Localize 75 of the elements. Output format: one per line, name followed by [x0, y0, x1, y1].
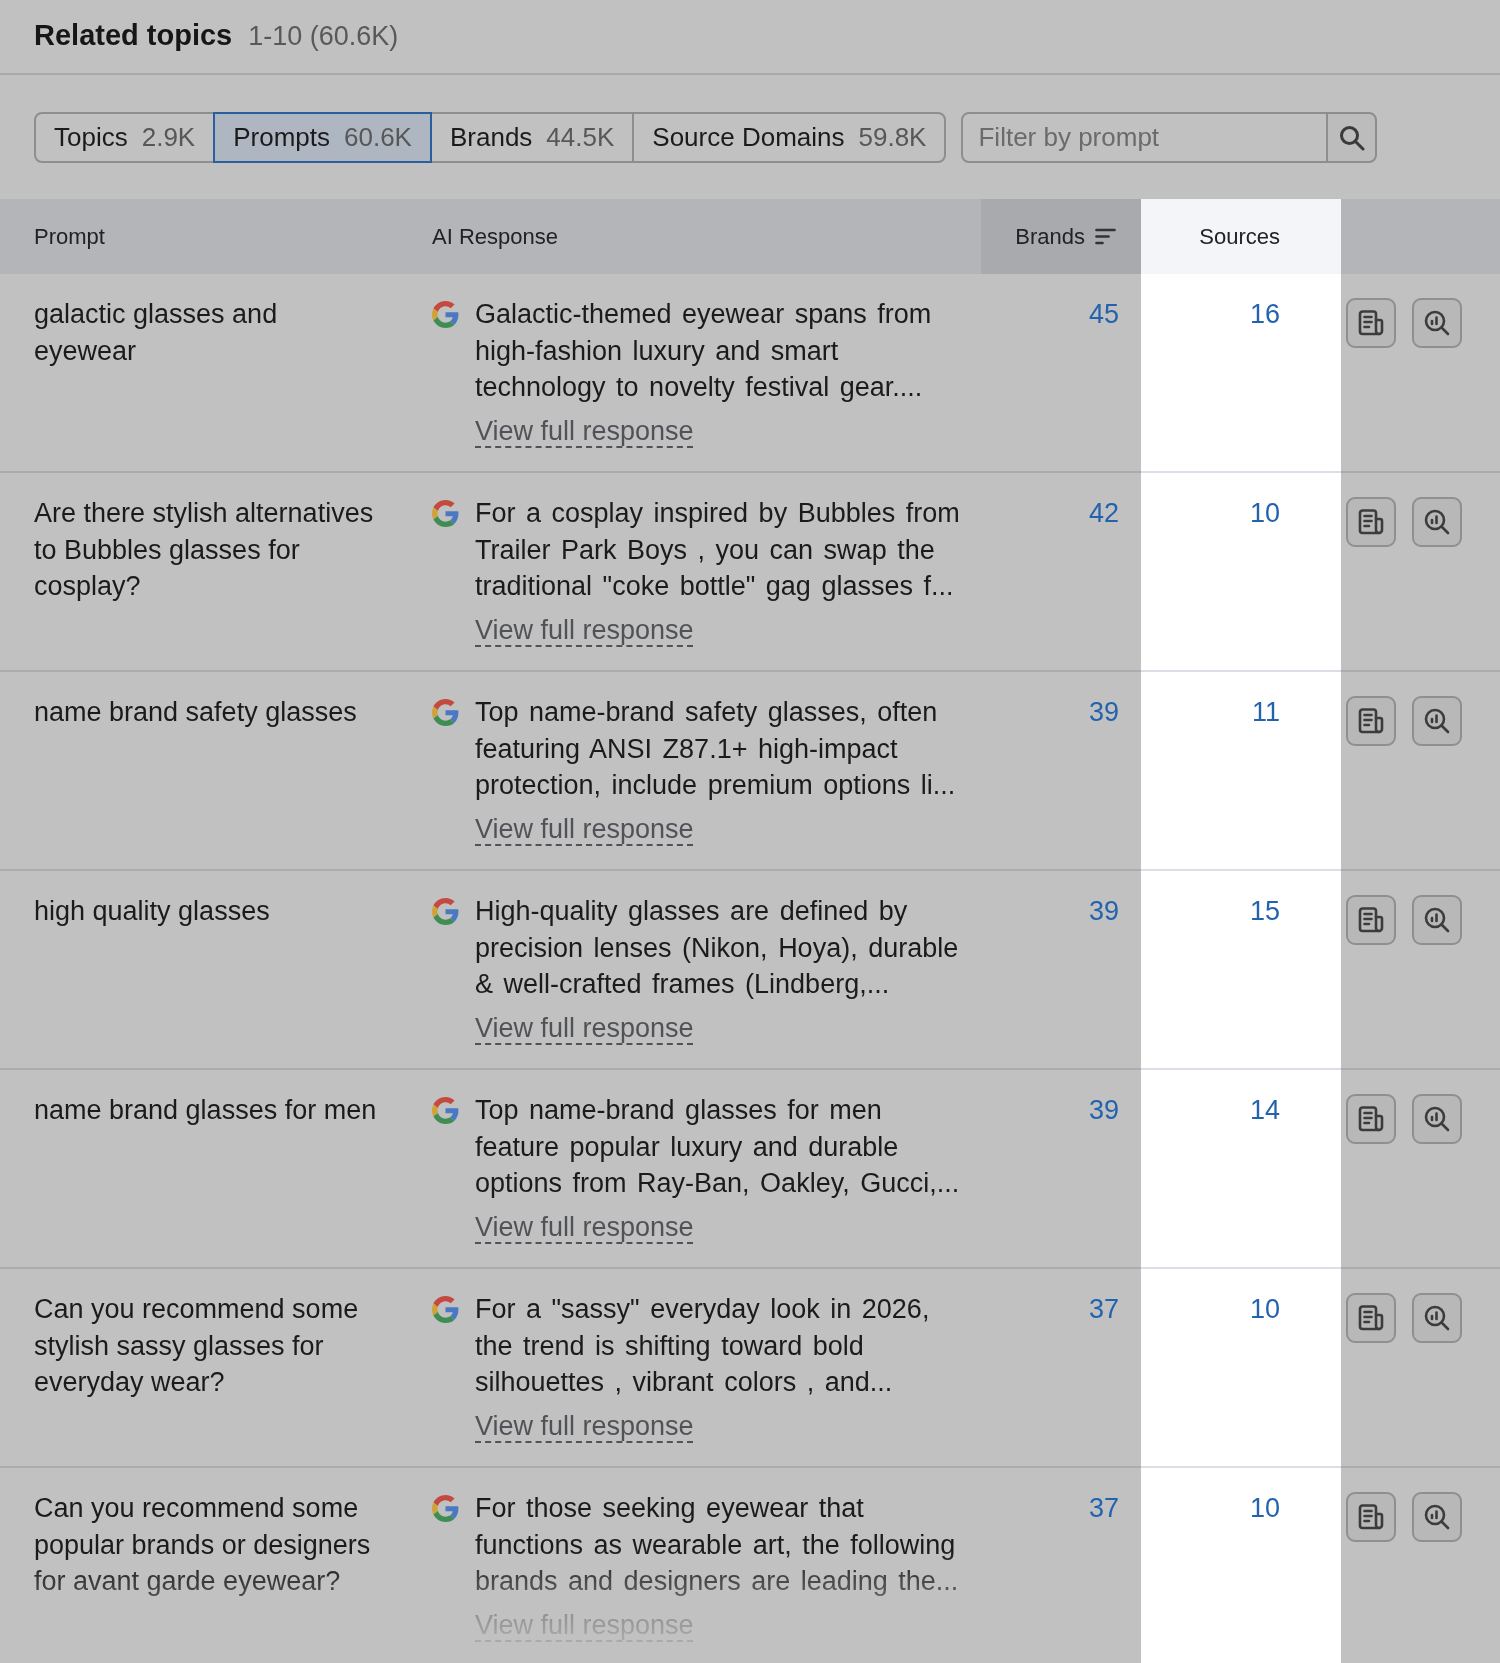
document-button[interactable]	[1346, 696, 1396, 746]
table-cell: 16	[1141, 274, 1341, 473]
chart-search-button[interactable]	[1412, 895, 1462, 945]
response-text: Galactic-themed eyewear spans from high-fashion luxury and smart technology to novelty festival gear....	[475, 298, 933, 404]
result-count: 1-10 (60.6K)	[248, 20, 399, 53]
table-cell: name brand safety glasses	[0, 672, 432, 871]
google-icon	[432, 699, 459, 726]
table-cell: galactic glasses and eyewear	[0, 274, 432, 473]
table-cell: 10	[1141, 1468, 1341, 1663]
section-title: Related topics	[34, 18, 233, 53]
filter-input[interactable]: Filter by prompt	[961, 112, 1329, 163]
view-response-link[interactable]: View full response	[475, 612, 694, 647]
response-text: Top name-brand glasses for men feature popular luxury and durable options from Ray-Ban, Oakley, Gucci,...	[475, 1094, 961, 1200]
table-cell: Can you recommend some stylish sassy glasses for everyday wear?	[0, 1269, 432, 1468]
column-header[interactable]: Sources	[1141, 199, 1341, 274]
document-icon	[1358, 1504, 1384, 1530]
view-response-link[interactable]: View full response	[475, 413, 694, 448]
document-button[interactable]	[1346, 497, 1396, 547]
document-button[interactable]	[1346, 1293, 1396, 1343]
chart-search-icon	[1424, 1504, 1450, 1530]
chart-search-button[interactable]	[1412, 1094, 1462, 1144]
document-icon	[1358, 1305, 1384, 1331]
document-button[interactable]	[1346, 895, 1396, 945]
chart-search-button[interactable]	[1412, 497, 1462, 547]
google-icon	[432, 1296, 459, 1323]
column-header[interactable]: Brands	[981, 199, 1141, 274]
google-icon	[432, 301, 459, 328]
view-response-link[interactable]: View full response	[475, 1209, 694, 1244]
table-cell: 14	[1141, 1070, 1341, 1269]
table-cell: 10	[1141, 473, 1341, 672]
document-icon	[1358, 509, 1384, 535]
document-icon	[1358, 1106, 1384, 1132]
document-button[interactable]	[1346, 1492, 1396, 1542]
table-cell: high quality glasses	[0, 871, 432, 1070]
chart-search-button[interactable]	[1412, 696, 1462, 746]
chart-search-icon	[1424, 1305, 1450, 1331]
view-response-link[interactable]: View full response	[475, 1010, 694, 1045]
response-text: For those seeking eyewear that functions as wearable art, the following brands and designers are leading the...	[475, 1492, 960, 1598]
search-icon	[1338, 124, 1365, 151]
sort-icon	[1095, 228, 1116, 245]
view-response-link[interactable]: View full response	[475, 1408, 694, 1443]
filter-tab[interactable]: Brands 44.5K	[429, 112, 635, 163]
google-icon	[432, 1495, 459, 1522]
response-text: For a "sassy" everyday look in 2026, the trend is shifting toward bold silhouettes , vibrant colors , and...	[475, 1293, 931, 1399]
response-text: Top name-brand safety glasses, often featuring ANSI Z87.1+ high-impact protection, include premium options li...	[475, 696, 957, 802]
document-icon	[1358, 310, 1384, 336]
column-header[interactable]: Prompt	[0, 199, 432, 274]
filter-tab[interactable]: Topics 2.9K	[34, 112, 216, 163]
table-cell: 11	[1141, 672, 1341, 871]
google-icon	[432, 898, 459, 925]
filter-tab[interactable]: Source Domains 59.8K	[632, 112, 947, 163]
table-cell: name brand glasses for men	[0, 1070, 432, 1269]
chart-search-icon	[1424, 907, 1450, 933]
document-icon	[1358, 907, 1384, 933]
chart-search-button[interactable]	[1412, 298, 1462, 348]
chart-search-icon	[1424, 708, 1450, 734]
document-button[interactable]	[1346, 298, 1396, 348]
filter-tab[interactable]: Prompts 60.6K	[213, 112, 432, 163]
search-button[interactable]	[1326, 112, 1378, 163]
response-text: High-quality glasses are defined by precision lenses (Nikon, Hoya), durable & well-crafted frames (Lindberg,...	[475, 895, 960, 1001]
chart-search-button[interactable]	[1412, 1293, 1462, 1343]
chart-search-button[interactable]	[1412, 1492, 1462, 1542]
response-text: For a cosplay inspired by Bubbles from Trailer Park Boys , you can swap the traditional "coke bottle" gag glasses f...	[475, 497, 961, 603]
chart-search-icon	[1424, 509, 1450, 535]
google-icon	[432, 500, 459, 527]
view-response-link[interactable]: View full response	[475, 811, 694, 846]
chart-search-icon	[1424, 1106, 1450, 1132]
column-header[interactable]: AI Response	[432, 199, 981, 274]
document-icon	[1358, 708, 1384, 734]
table-cell: Are there stylish alternatives to Bubbles glasses for cosplay?	[0, 473, 432, 672]
google-icon	[432, 1097, 459, 1124]
table-cell: 10	[1141, 1269, 1341, 1468]
document-button[interactable]	[1346, 1094, 1396, 1144]
chart-search-icon	[1424, 310, 1450, 336]
table-cell: 15	[1141, 871, 1341, 1070]
